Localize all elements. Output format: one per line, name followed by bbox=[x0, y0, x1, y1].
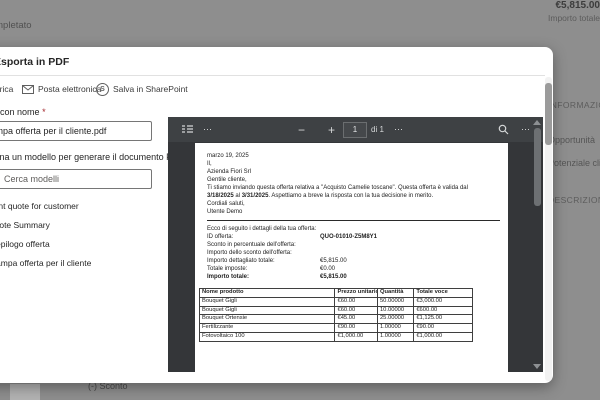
template-picker-label: Seleziona un modello per generare il doc… bbox=[0, 152, 184, 162]
doc-details-heading: Ecco di seguito i dettagli della tua off… bbox=[207, 226, 317, 232]
thumbnails-icon bbox=[182, 125, 193, 133]
detail-row: Importo dettagliato totale: €5,815.00 bbox=[207, 258, 347, 264]
detail-row: Importo dello sconto dell'offerta: bbox=[207, 250, 292, 256]
pdf-page: marzo 19, 2025 Il, Azienda Fiori Srl Gen… bbox=[195, 143, 508, 372]
detail-row: ID offerta: QUO-01010-Z5M8Y1 bbox=[207, 234, 378, 240]
doc-valid-from: 3/18/2025 bbox=[207, 193, 234, 199]
envelope-icon bbox=[22, 84, 34, 94]
doc-sender: Utente Demo bbox=[207, 209, 243, 215]
ellipsis-icon: ⋯ bbox=[394, 124, 404, 134]
email-button[interactable]: Posta elettronica bbox=[22, 80, 101, 98]
template-item[interactable]: Riepilogo offerta bbox=[0, 235, 178, 254]
background-grid-cell bbox=[10, 384, 40, 400]
template-item[interactable]: Print quote for customer bbox=[0, 197, 178, 216]
field-potenziale-cliente: Potenziale cliente bbox=[548, 158, 600, 168]
doc-body: Ti stiamo inviando questa offerta relati… bbox=[207, 185, 468, 199]
doc-salutation: Gentile cliente, bbox=[207, 177, 247, 183]
doc-date: marzo 19, 2025 bbox=[207, 153, 249, 159]
section-descrizione: DESCRIZIONE bbox=[548, 195, 600, 205]
pdf-more-center-button[interactable]: ⋯ bbox=[394, 117, 404, 142]
template-item[interactable]: Stampa offerta per il cliente bbox=[0, 254, 178, 273]
pdf-sidebar-toggle-button[interactable] bbox=[182, 117, 193, 142]
detail-row: Totale imposte: €0.00 bbox=[207, 266, 336, 272]
ellipsis-icon: ⋯ bbox=[521, 124, 531, 134]
doc-details: ID offerta: QUO-01010-Z5M8Y1 Sconto in pe… bbox=[207, 233, 500, 281]
pdf-page-number-input[interactable]: 1 bbox=[343, 122, 367, 138]
table-row: Bouquet Ortensie €45.00 25.00000 €1,125.00 bbox=[198, 314, 473, 325]
search-icon bbox=[498, 124, 509, 135]
title-divider bbox=[0, 75, 545, 76]
ellipsis-icon: ⋯ bbox=[203, 124, 213, 134]
pdf-preview-pane: ⋯ − + 1 di 1 ⋯ ⋯ marzo 19, 2025 Il, Azie… bbox=[168, 117, 543, 372]
template-item[interactable]: Quote Summary bbox=[0, 216, 178, 235]
filename-label: Salva con nome * bbox=[0, 107, 46, 117]
table-row: Fotovoltaico 100 €1,000.00 1.00000 €1,000.0… bbox=[198, 331, 473, 342]
quote-line-items-table: Nome prodotto Prezzo unitario Quantità Tota… bbox=[198, 288, 473, 342]
filename-input[interactable] bbox=[0, 121, 152, 141]
doc-valid-to: 3/31/2025 bbox=[241, 193, 269, 199]
pdf-search-button[interactable] bbox=[498, 117, 509, 142]
table-header-row: Nome prodotto Prezzo unitario Quantità Tota… bbox=[198, 288, 473, 298]
screen: Completato €5,815.00 Importo totale INFO… bbox=[0, 0, 600, 400]
dialog-scrollbar-thumb[interactable] bbox=[545, 83, 552, 145]
pdf-page-count-label: di 1 bbox=[371, 125, 384, 134]
header-total-amount: €5,815.00 bbox=[555, 0, 600, 11]
table-row: Bouquet Gigli €60.00 50.00000 €3,000.00 bbox=[198, 296, 473, 307]
detail-row: Importo totale: €5,815.00 bbox=[207, 274, 347, 280]
doc-company: Azienda Fiori Srl bbox=[207, 169, 252, 175]
table-row: Bouquet Gigli €60.00 10.00000 €600.00 bbox=[198, 305, 473, 316]
pdf-scroll-down-arrow[interactable] bbox=[533, 364, 541, 369]
section-informazioni: INFORMAZIONI bbox=[548, 100, 600, 110]
minus-icon: − bbox=[298, 122, 306, 137]
table-row: Fertilizzante €90.00 1.00000 €90.00 bbox=[198, 323, 473, 333]
doc-divider bbox=[207, 220, 500, 221]
template-search-input[interactable] bbox=[0, 169, 152, 189]
dialog-scrollbar-track[interactable] bbox=[545, 77, 552, 381]
pdf-zoom-out-button[interactable]: − bbox=[298, 117, 305, 142]
plus-icon: + bbox=[328, 122, 336, 137]
download-button[interactable]: Scarica bbox=[0, 80, 13, 98]
sharepoint-icon: S bbox=[96, 82, 109, 96]
dialog-title: Esporta in PDF bbox=[0, 56, 70, 68]
detail-row: Sconto in percentuale dell'offerta: bbox=[207, 242, 296, 248]
pdf-more-left-button[interactable]: ⋯ bbox=[203, 117, 213, 142]
template-list: Print quote for customer Quote Summary R… bbox=[0, 197, 178, 273]
doc-recipient: Il, Azienda Fiori Srl bbox=[207, 161, 252, 175]
pdf-more-right-button[interactable]: ⋯ bbox=[521, 117, 531, 142]
export-pdf-dialog: Esporta in PDF Scarica Posta elettronica… bbox=[0, 47, 553, 383]
download-label: Scarica bbox=[0, 84, 14, 94]
required-asterisk: * bbox=[42, 107, 46, 117]
pdf-scrollbar-thumb[interactable] bbox=[534, 128, 541, 206]
field-opportunita: Opportunità bbox=[548, 135, 596, 145]
doc-closing: Cordiali saluti, Utente Demo bbox=[207, 201, 245, 215]
quote-status-label: Completato bbox=[0, 20, 32, 31]
email-label: Posta elettronica bbox=[38, 84, 102, 94]
sharepoint-label: Salva in SharePoint bbox=[113, 84, 188, 94]
header-total-label: Importo totale bbox=[548, 13, 600, 23]
pdf-zoom-in-button[interactable]: + bbox=[328, 117, 335, 142]
sharepoint-button[interactable]: S Salva in SharePoint bbox=[96, 80, 188, 98]
pdf-scroll-up-arrow[interactable] bbox=[533, 120, 541, 125]
header-total-block: €5,815.00 Importo totale bbox=[0, 0, 600, 23]
pdf-toolbar: ⋯ − + 1 di 1 ⋯ ⋯ bbox=[168, 117, 543, 142]
